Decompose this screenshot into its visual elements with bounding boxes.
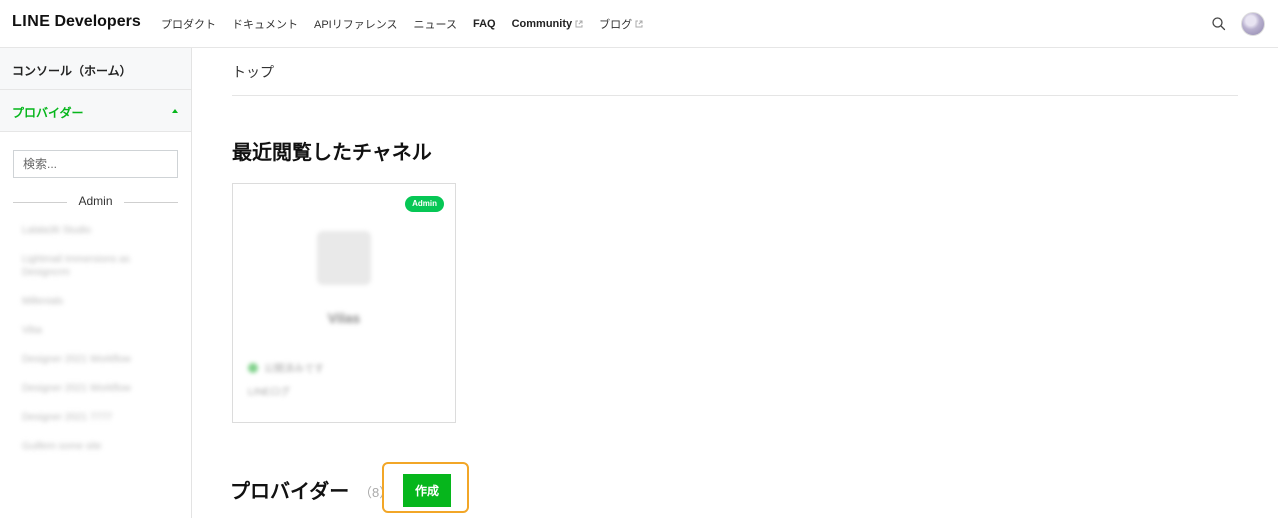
recent-channel-card[interactable]: Admin Vilas 公開済みです LINEログ [232,183,456,423]
external-link-icon [635,20,643,28]
external-link-icon [575,20,583,28]
nav-faq-label: FAQ [472,18,496,30]
divider-line [124,202,178,203]
sidebar: コンソール（ホーム） プロバイダー Admin Lalala36 Studio … [0,48,192,518]
channel-status-label: 公開済みです [264,364,324,375]
provider-list: Lalala36 Studio Lightmail Immersions as … [22,224,177,469]
search-icon[interactable] [1210,15,1228,33]
channel-name: Vilas [327,310,361,326]
provider-list-item[interactable]: Designer 2021 7777 [22,411,177,424]
role-divider: Admin [13,194,178,209]
provider-list-item[interactable]: Viba [22,324,177,337]
sidebar-providers-label: プロバイダー [12,106,84,120]
sidebar-console-label: コンソール（ホーム） [12,64,132,78]
nav-documents-label: ドキュメント [232,19,298,31]
provider-list-item[interactable]: Guillem some site [22,440,177,453]
provider-list-item[interactable]: Lightmail Immersions as Designcrm [22,253,177,279]
nav-documents[interactable]: ドキュメント [232,16,298,32]
channel-status: 公開済みです [248,360,324,375]
channel-type: LINEログ [248,387,291,398]
provider-list-item[interactable]: Designer 2021 Workflow [22,382,177,395]
channel-icon [317,231,371,285]
sidebar-item-providers[interactable]: プロバイダー [0,90,191,132]
provider-search-input[interactable] [13,150,178,178]
line-developers-logo[interactable]: LINE Developers [12,13,141,31]
create-button-highlight: 作成 [382,462,469,513]
role-divider-label: Admin [78,194,113,208]
logo-developers-text: Developers [54,13,141,30]
main-nav: プロダクト ドキュメント APIリファレンス ニュース FAQ Communit… [161,16,659,32]
nav-news[interactable]: ニュース [414,16,457,32]
provider-list-item[interactable]: Designer 2021 Workflow [22,353,177,366]
provider-list-item[interactable]: Millenials [22,295,177,308]
nav-blog-label: ブログ [599,19,633,31]
nav-community[interactable]: Community [512,16,584,32]
nav-api-reference[interactable]: APIリファレンス [314,16,398,32]
breadcrumb-divider [232,95,1238,96]
providers-section-title: プロバイダー [230,481,350,503]
nav-news-label: ニュース [413,19,457,31]
nav-products[interactable]: プロダクト [161,16,216,32]
recent-channels-title: 最近閲覧したチャネル [232,142,432,164]
top-nav-bar: LINE Developers プロダクト ドキュメント APIリファレンス ニュ… [0,0,1278,48]
admin-badge: Admin [405,196,444,212]
nav-products-label: プロダクト [161,19,216,31]
provider-list-item[interactable]: Lalala36 Studio [22,224,177,237]
caret-up-icon [172,109,178,113]
status-dot-icon [248,362,258,373]
logo-line-text: LINE [12,13,51,30]
breadcrumb: トップ [232,64,274,80]
sidebar-item-console-home[interactable]: コンソール（ホーム） [0,48,191,90]
create-provider-button[interactable]: 作成 [403,474,451,507]
nav-community-label: Community [511,18,573,30]
nav-blog[interactable]: ブログ [599,16,643,32]
user-avatar[interactable] [1241,12,1265,36]
nav-api-reference-label: APIリファレンス [314,19,398,31]
nav-faq[interactable]: FAQ [473,16,496,32]
